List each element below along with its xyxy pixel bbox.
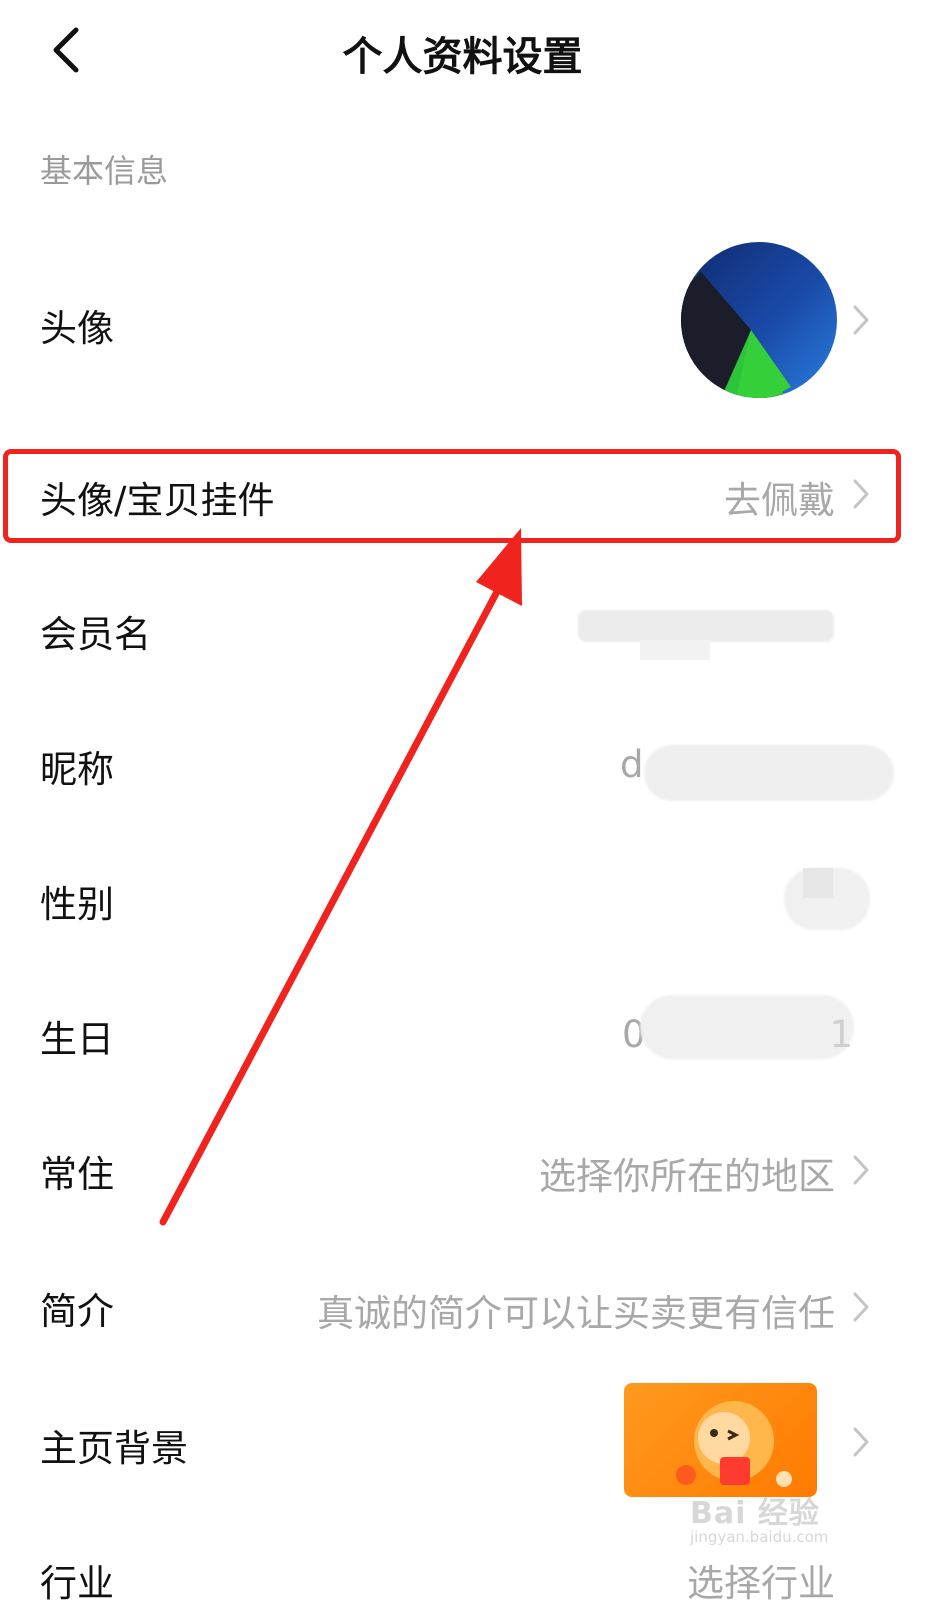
birthday-label: 生日 xyxy=(40,1018,114,1061)
pendant-row[interactable]: 头像/宝贝挂件 去佩戴 xyxy=(0,450,925,542)
gender-row[interactable]: 性别 xyxy=(0,850,925,950)
blur-patch xyxy=(640,640,710,660)
bio-label: 简介 xyxy=(40,1290,114,1333)
homepage-bg-thumbnail[interactable] xyxy=(624,1383,817,1497)
nickname-value-visible: d xyxy=(620,743,644,786)
member-name-row: 会员名 xyxy=(0,580,925,680)
watermark-sub: jingyan.baidu.com xyxy=(690,1528,829,1546)
bio-row[interactable]: 简介 真诚的简介可以让买卖更有信任 xyxy=(0,1255,925,1355)
nickname-value-blurred xyxy=(644,745,894,801)
watermark: Bai 经验 jingyan.baidu.com xyxy=(690,1488,828,1546)
homepage-bg-label: 主页背景 xyxy=(40,1427,188,1470)
residence-value: 选择你所在的地区 xyxy=(539,1155,835,1198)
industry-label: 行业 xyxy=(40,1562,114,1605)
birthday-value-blurred xyxy=(640,995,854,1059)
bio-value: 真诚的简介可以让买卖更有信任 xyxy=(317,1292,835,1335)
chevron-right-icon xyxy=(853,479,869,509)
pendant-label: 头像/宝贝挂件 xyxy=(40,479,275,522)
residence-label: 常住 xyxy=(40,1153,114,1196)
tiger-mascot-image xyxy=(676,1401,792,1487)
avatar[interactable] xyxy=(681,242,837,398)
chevron-right-icon xyxy=(853,1155,869,1185)
member-name-value-blurred xyxy=(578,610,834,642)
industry-value: 选择行业 xyxy=(687,1562,835,1605)
chevron-right-icon xyxy=(853,305,869,335)
page-title: 个人资料设置 xyxy=(342,34,583,80)
pendant-value: 去佩戴 xyxy=(724,479,835,522)
avatar-image xyxy=(681,242,837,398)
watermark-main: Bai 经验 xyxy=(690,1496,820,1531)
nickname-row[interactable]: 昵称 d xyxy=(0,715,925,815)
birthday-row[interactable]: 生日 0 1 xyxy=(0,985,925,1085)
chevron-right-icon xyxy=(853,1292,869,1322)
residence-row[interactable]: 常住 选择你所在的地区 xyxy=(0,1120,925,1220)
section-title-basic-info: 基本信息 xyxy=(40,152,169,190)
avatar-label: 头像 xyxy=(40,307,114,350)
member-name-label: 会员名 xyxy=(40,613,151,656)
chevron-right-icon xyxy=(853,1427,869,1457)
header-bar: 个人资料设置 xyxy=(0,0,925,100)
blur-patch xyxy=(803,868,833,898)
birthday-value-suffix: 1 xyxy=(829,1013,853,1056)
gender-label: 性别 xyxy=(40,883,114,926)
nickname-label: 昵称 xyxy=(40,748,114,791)
